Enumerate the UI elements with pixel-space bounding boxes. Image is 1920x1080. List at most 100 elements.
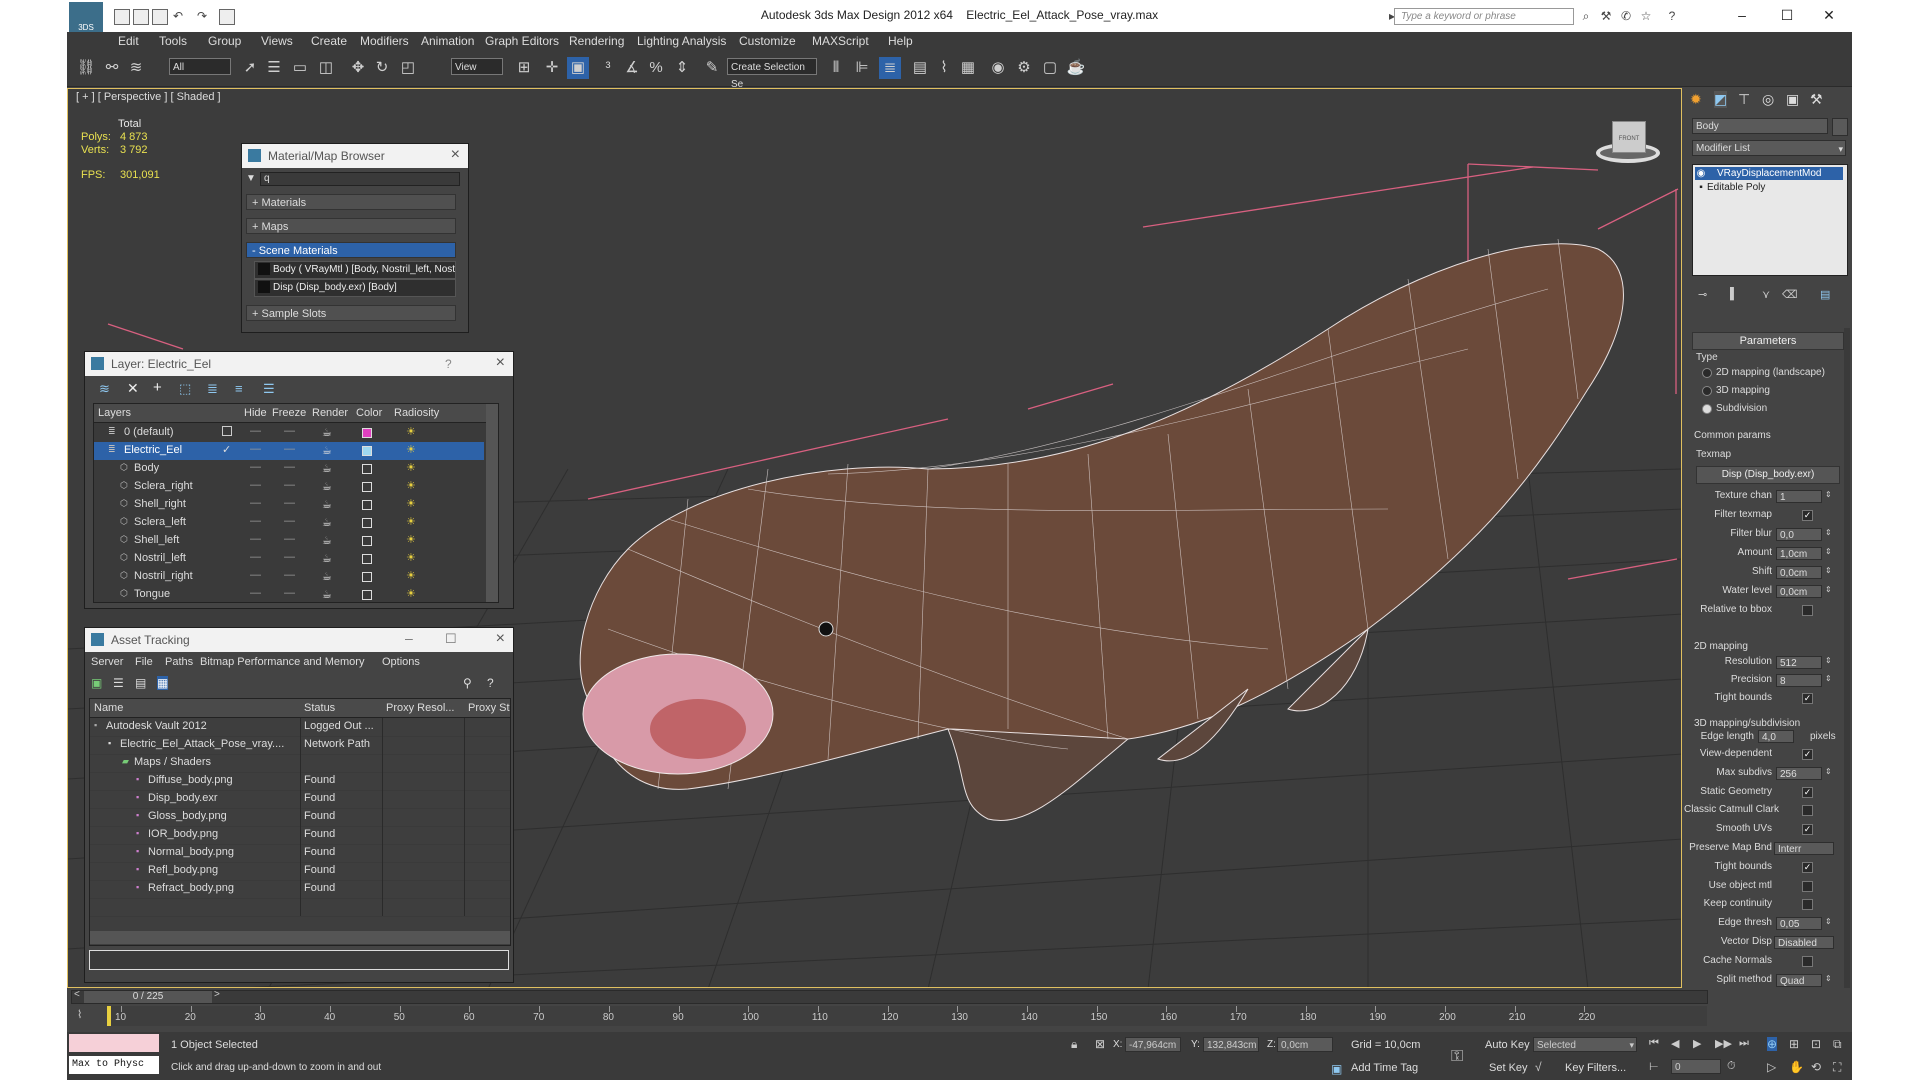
window-crossing-icon[interactable]: ◫ (315, 57, 337, 79)
rotate-icon[interactable]: ↻ (371, 57, 393, 79)
key-tangent-icon[interactable]: √ (1535, 1060, 1542, 1074)
maximize-viewport-icon[interactable]: ⛶ (1833, 1060, 1841, 1075)
menu-graph-editors[interactable]: Graph Editors (485, 34, 559, 48)
viewcube-box[interactable]: FRONT (1612, 121, 1646, 153)
layer-color-swatch[interactable] (362, 536, 372, 546)
col-radiosity[interactable]: Radiosity (394, 407, 439, 419)
display-tab-icon[interactable]: ▣ (1786, 91, 1799, 108)
layer-manager-icon[interactable]: ≣ (879, 57, 901, 79)
maxscript-mini-listener[interactable]: Max to Physc (69, 1056, 159, 1074)
render-teapot-icon[interactable]: ☕︎ (322, 444, 332, 457)
field-of-view-icon[interactable]: ▷ (1767, 1060, 1776, 1074)
radiosity-icon[interactable]: ☀ (406, 479, 416, 492)
current-frame-field[interactable]: 0 (1671, 1059, 1721, 1074)
select-object-icon[interactable]: ➚ (239, 57, 261, 79)
help-icon[interactable]: ? (445, 357, 452, 371)
freeze-toggle[interactable]: — (284, 569, 295, 581)
radiosity-icon[interactable]: ☀ (406, 515, 416, 528)
layer-color-swatch[interactable] (362, 572, 372, 582)
object-color-swatch[interactable] (1832, 118, 1848, 136)
highlight-layer-icon[interactable]: ≣ (207, 381, 218, 397)
asset-title-bar[interactable]: Asset Tracking – ☐ × (85, 628, 513, 652)
radiosity-icon[interactable]: ☀ (406, 587, 416, 600)
layer-color-swatch[interactable] (362, 482, 372, 492)
time-slider[interactable]: < 0 / 225 > (71, 989, 1708, 1004)
minimize-icon[interactable]: – (405, 630, 413, 646)
layer-row[interactable]: ⬡ Tongue — — ☕︎ ☀ (94, 586, 484, 602)
asset-row[interactable]: ▪ Refract_body.png Found (90, 880, 510, 899)
lock-selection-icon[interactable]: 🔒︎ (1071, 1037, 1077, 1052)
stack-item-vraydisplacement[interactable]: ◉ VRayDisplacementMod (1695, 167, 1843, 180)
time-config-icon[interactable]: ⏱ (1727, 1060, 1736, 1073)
next-key-icon[interactable]: ▶▶ (1715, 1037, 1732, 1050)
col-proxy-resolution[interactable]: Proxy Resol... (386, 702, 454, 714)
freeze-toggle[interactable]: — (284, 551, 295, 563)
param-checkbox[interactable]: ✓ (1802, 749, 1813, 760)
radiosity-icon[interactable]: ☀ (406, 497, 416, 510)
menu-modifiers[interactable]: Modifiers (360, 34, 409, 48)
hide-toggle[interactable]: — (250, 443, 261, 455)
menu-help[interactable]: Help (888, 34, 913, 48)
hide-toggle[interactable]: — (250, 497, 261, 509)
asset-menu-server[interactable]: Server (91, 656, 123, 668)
param-spinner[interactable]: 512 (1776, 656, 1822, 669)
hide-toggle[interactable]: — (250, 533, 261, 545)
modifier-list-dropdown[interactable]: Modifier List ▾ (1692, 140, 1846, 156)
mirror-icon[interactable]: ⫴ (825, 57, 847, 79)
render-production-icon[interactable]: ☕ (1065, 57, 1087, 79)
subscription-icon[interactable]: ⚒ (1599, 9, 1613, 23)
set-key-button[interactable]: Set Key (1489, 1062, 1528, 1074)
object-name-field[interactable]: Body (1692, 118, 1828, 134)
zoom-extents-all-icon[interactable]: ⧉ (1833, 1037, 1842, 1052)
close-icon[interactable]: × (496, 354, 505, 372)
spinner-arrows-icon[interactable]: ⇕ (1825, 547, 1832, 556)
asset-row[interactable]: ▪ Normal_body.png Found (90, 844, 510, 863)
layer-row[interactable]: ⬡ Body — — ☕︎ ☀ (94, 460, 484, 478)
layer-row[interactable]: ⬡ Nostril_left — — ☕︎ ☀ (94, 550, 484, 568)
angle-snap-icon[interactable]: ∡ (621, 57, 643, 79)
layer-row[interactable]: ≣ 0 (default) — — ☕︎ ☀ (94, 424, 484, 442)
unlink-icon[interactable]: ⚯ (101, 57, 123, 79)
viewcube[interactable]: FRONT (1596, 119, 1660, 169)
render-teapot-icon[interactable]: ☕︎ (322, 498, 332, 511)
radio-2d-mapping[interactable] (1702, 368, 1712, 378)
key-selection-dropdown[interactable]: Selected ▾ (1533, 1037, 1637, 1052)
radiosity-icon[interactable]: ☀ (406, 551, 416, 564)
edit-named-selections-icon[interactable]: ✎ (701, 57, 723, 79)
asset-row[interactable]: ▰ Maps / Shaders (90, 754, 510, 773)
spinner-arrows-icon[interactable]: ⇕ (1825, 490, 1832, 499)
z-coordinate-field[interactable]: 0,0cm (1277, 1037, 1333, 1052)
maximize-icon[interactable]: ☐ (1767, 4, 1807, 26)
create-layer-icon[interactable]: ≋ (99, 381, 110, 397)
asset-menu-paths[interactable]: Paths (165, 656, 193, 668)
orbit-icon[interactable]: ⟲ (1811, 1060, 1821, 1074)
layer-color-swatch[interactable] (362, 518, 372, 528)
mmb-title-bar[interactable]: Material/Map Browser × (242, 144, 468, 168)
asset-row[interactable]: ▪ Diffuse_body.png Found (90, 772, 510, 791)
param-spinner[interactable]: 0,0cm (1776, 566, 1822, 579)
param-checkbox[interactable] (1802, 880, 1813, 892)
radiosity-icon[interactable]: ☀ (406, 569, 416, 582)
spinner-arrows-icon[interactable]: ⇕ (1825, 566, 1832, 575)
add-to-layer-icon[interactable]: + (153, 379, 162, 396)
motion-tab-icon[interactable]: ◎ (1762, 91, 1774, 108)
freeze-all-icon[interactable]: ☰ (263, 381, 275, 397)
render-teapot-icon[interactable]: ☕︎ (322, 588, 332, 601)
render-teapot-icon[interactable]: ☕︎ (322, 480, 332, 493)
modify-tab-icon[interactable]: ◩ (1714, 91, 1728, 108)
close-icon[interactable]: × (451, 146, 460, 164)
param-spinner[interactable]: 0,05 (1776, 917, 1822, 931)
render-teapot-icon[interactable]: ☕︎ (322, 426, 332, 439)
current-layer-checkbox[interactable] (222, 426, 232, 436)
rect-selection-icon[interactable]: ▭ (289, 57, 311, 79)
y-coordinate-field[interactable]: 132,843cm (1203, 1037, 1259, 1052)
auto-key-button[interactable]: Auto Key (1485, 1039, 1530, 1051)
param-spinner[interactable]: 1,0cm (1776, 547, 1822, 560)
spinner-snap-icon[interactable]: ⇕ (671, 57, 693, 79)
freeze-toggle[interactable]: — (284, 479, 295, 491)
current-layer-check-icon[interactable]: ✓ (222, 443, 231, 456)
maxscript-listener-pink[interactable] (69, 1034, 159, 1052)
menu-tools[interactable]: Tools (159, 34, 187, 48)
asset-row[interactable]: ▪ Electric_Eel_Attack_Pose_vray.... Networ… (90, 736, 510, 755)
layer-color-swatch[interactable] (362, 428, 372, 438)
